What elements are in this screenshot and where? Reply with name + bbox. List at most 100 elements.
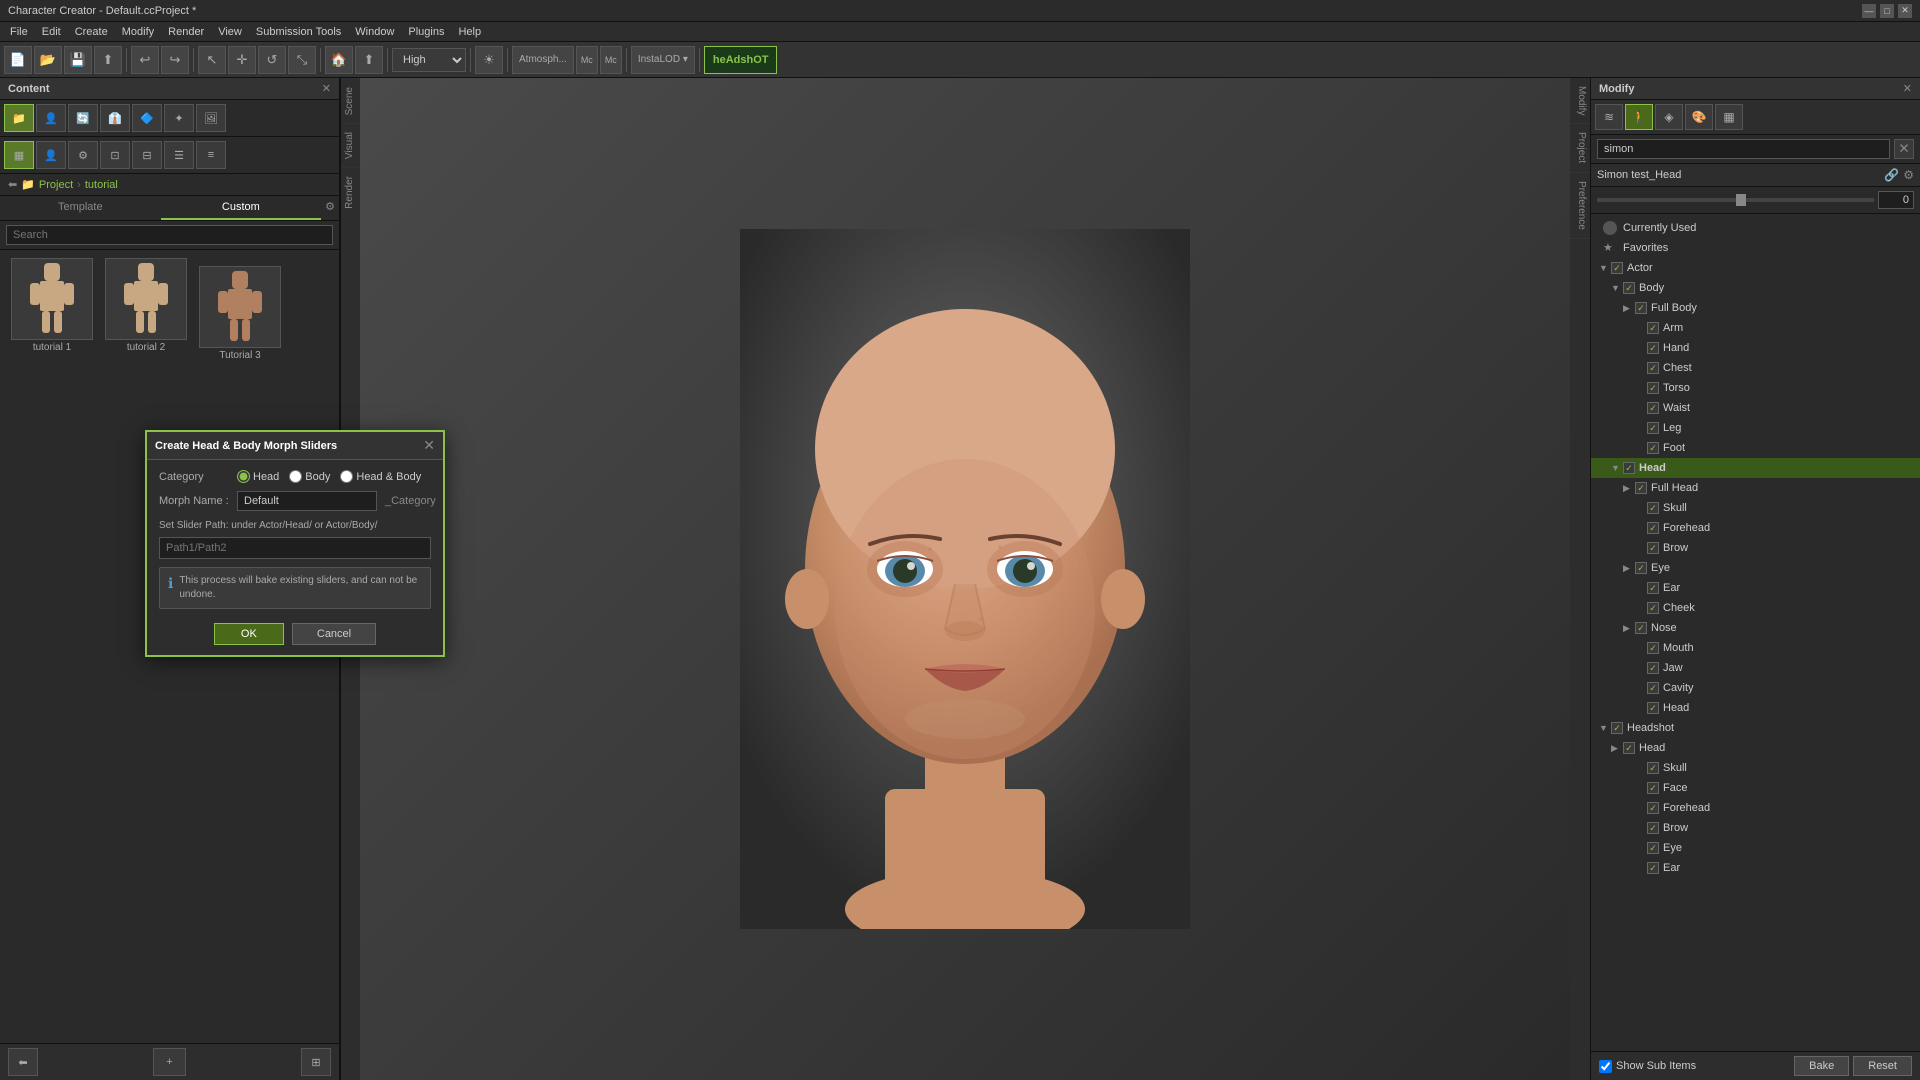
camera-button[interactable]: 🏠 bbox=[325, 46, 353, 74]
view-list2-btn[interactable]: ⊟ bbox=[132, 141, 162, 169]
bake-button[interactable]: Bake bbox=[1794, 1056, 1849, 1076]
side-tab-render[interactable]: Render bbox=[341, 167, 360, 217]
radio-head-label[interactable]: Head bbox=[237, 470, 279, 483]
menu-modify[interactable]: Modify bbox=[116, 24, 160, 40]
leg-checkbox[interactable]: ✓ bbox=[1647, 422, 1659, 434]
scale-button[interactable]: ⤡ bbox=[288, 46, 316, 74]
headshot-head-arrow[interactable]: ▶ bbox=[1611, 743, 1623, 754]
dialog-cancel-button[interactable]: Cancel bbox=[292, 623, 376, 645]
radio-head-body-label[interactable]: Head & Body bbox=[340, 470, 421, 483]
head-arrow[interactable]: ▼ bbox=[1611, 463, 1623, 473]
actor-checkbox[interactable]: ✓ bbox=[1611, 262, 1623, 274]
morph-name-input[interactable] bbox=[237, 491, 377, 511]
cheek-checkbox[interactable]: ✓ bbox=[1647, 602, 1659, 614]
tab-template[interactable]: Template bbox=[0, 196, 161, 220]
tree-item-headshot-head[interactable]: ▶ ✓ Head bbox=[1591, 738, 1920, 758]
tree-item-chest[interactable]: ✓ Chest bbox=[1591, 358, 1920, 378]
eye-checkbox[interactable]: ✓ bbox=[1635, 562, 1647, 574]
tree-item-head[interactable]: ▼ ✓ Head bbox=[1591, 458, 1920, 478]
ear-checkbox[interactable]: ✓ bbox=[1647, 582, 1659, 594]
tree-item-foot[interactable]: ✓ Foot bbox=[1591, 438, 1920, 458]
tree-item-mouth[interactable]: ✓ Mouth bbox=[1591, 638, 1920, 658]
redo-button[interactable]: ↪ bbox=[161, 46, 189, 74]
save-button[interactable]: 💾 bbox=[64, 46, 92, 74]
tree-item-arm[interactable]: ✓ Arm bbox=[1591, 318, 1920, 338]
view-list1-btn[interactable]: ⊡ bbox=[100, 141, 130, 169]
breadcrumb-nav[interactable]: ⬅ bbox=[8, 178, 17, 191]
tab-custom[interactable]: Custom bbox=[161, 196, 322, 220]
radio-head-body[interactable] bbox=[340, 470, 353, 483]
chest-checkbox[interactable]: ✓ bbox=[1647, 362, 1659, 374]
content-btn-morph[interactable]: 🔄 bbox=[68, 104, 98, 132]
tree-item-full-body[interactable]: ▶ ✓ Full Body bbox=[1591, 298, 1920, 318]
arm-checkbox[interactable]: ✓ bbox=[1647, 322, 1659, 334]
tree-item-headshot[interactable]: ▼ ✓ Headshot bbox=[1591, 718, 1920, 738]
tree-item-skull[interactable]: ✓ Skull bbox=[1591, 498, 1920, 518]
show-sub-items-checkbox[interactable] bbox=[1599, 1060, 1612, 1073]
radio-head[interactable] bbox=[237, 470, 250, 483]
menu-window[interactable]: Window bbox=[349, 24, 400, 40]
menu-edit[interactable]: Edit bbox=[36, 24, 67, 40]
right-tab-modify[interactable]: Modify bbox=[1570, 78, 1590, 124]
import-button[interactable]: ⬆ bbox=[94, 46, 122, 74]
property-value-input[interactable] bbox=[1878, 191, 1914, 209]
headshot-skull-checkbox[interactable]: ✓ bbox=[1647, 762, 1659, 774]
tree-item-headshot-forehead[interactable]: ✓ Forehead bbox=[1591, 798, 1920, 818]
content-btn-people[interactable]: 👤 bbox=[36, 104, 66, 132]
forehead-checkbox[interactable]: ✓ bbox=[1647, 522, 1659, 534]
headshot-eye-checkbox[interactable]: ✓ bbox=[1647, 842, 1659, 854]
material-tab[interactable]: ◈ bbox=[1655, 104, 1683, 130]
radio-body-label[interactable]: Body bbox=[289, 470, 330, 483]
jaw-checkbox[interactable]: ✓ bbox=[1647, 662, 1659, 674]
cavity-checkbox[interactable]: ✓ bbox=[1647, 682, 1659, 694]
shader-tab[interactable]: 🎨 bbox=[1685, 104, 1713, 130]
breadcrumb-project[interactable]: Project bbox=[39, 179, 73, 191]
view-avatar-btn[interactable]: 👤 bbox=[36, 141, 66, 169]
nose-arrow[interactable]: ▶ bbox=[1623, 623, 1635, 634]
headshot-ear-checkbox[interactable]: ✓ bbox=[1647, 862, 1659, 874]
move-button[interactable]: ✛ bbox=[228, 46, 256, 74]
menu-create[interactable]: Create bbox=[69, 24, 114, 40]
light-button[interactable]: ☀ bbox=[475, 46, 503, 74]
tree-item-full-head[interactable]: ▶ ✓ Full Head bbox=[1591, 478, 1920, 498]
torso-checkbox[interactable]: ✓ bbox=[1647, 382, 1659, 394]
breadcrumb-tutorial[interactable]: tutorial bbox=[85, 179, 118, 191]
tree-item-hand[interactable]: ✓ Hand bbox=[1591, 338, 1920, 358]
content-btn-img[interactable]: 🖼 bbox=[196, 104, 226, 132]
property-slider-handle[interactable] bbox=[1736, 194, 1746, 206]
actor-arrow[interactable]: ▼ bbox=[1599, 263, 1611, 273]
content-panel-close[interactable]: ✕ bbox=[322, 82, 331, 95]
tab-settings-btn[interactable]: ⚙ bbox=[321, 196, 339, 220]
skull-checkbox[interactable]: ✓ bbox=[1647, 502, 1659, 514]
waist-checkbox[interactable]: ✓ bbox=[1647, 402, 1659, 414]
search-input[interactable] bbox=[6, 225, 333, 245]
mc-button[interactable]: Mc bbox=[576, 46, 598, 74]
headshot-face-checkbox[interactable]: ✓ bbox=[1647, 782, 1659, 794]
tree-item-headshot-eye[interactable]: ✓ Eye bbox=[1591, 838, 1920, 858]
footer-add-btn[interactable]: + bbox=[153, 1048, 185, 1076]
side-tab-visual[interactable]: Visual bbox=[341, 123, 360, 167]
nose-checkbox[interactable]: ✓ bbox=[1635, 622, 1647, 634]
head-checkbox[interactable]: ✓ bbox=[1623, 462, 1635, 474]
eye-arrow[interactable]: ▶ bbox=[1623, 563, 1635, 574]
full-head-checkbox[interactable]: ✓ bbox=[1635, 482, 1647, 494]
footer-nav-btn[interactable]: ⬅ bbox=[8, 1048, 38, 1076]
tree-item-waist[interactable]: ✓ Waist bbox=[1591, 398, 1920, 418]
select-button[interactable]: ↖ bbox=[198, 46, 226, 74]
headshot-checkbox[interactable]: ✓ bbox=[1611, 722, 1623, 734]
headshot-forehead-checkbox[interactable]: ✓ bbox=[1647, 802, 1659, 814]
tree-item-head2[interactable]: ✓ Head bbox=[1591, 698, 1920, 718]
tree-item-headshot-ear[interactable]: ✓ Ear bbox=[1591, 858, 1920, 878]
property-link-btn[interactable]: 🔗 bbox=[1884, 168, 1899, 182]
tree-item-body[interactable]: ▼ ✓ Body bbox=[1591, 278, 1920, 298]
close-button[interactable]: ✕ bbox=[1898, 4, 1912, 18]
right-tab-preference[interactable]: Preference bbox=[1570, 173, 1590, 239]
view-list4-btn[interactable]: ≡ bbox=[196, 141, 226, 169]
new-file-button[interactable]: 📄 bbox=[4, 46, 32, 74]
tree-item-nose[interactable]: ▶ ✓ Nose bbox=[1591, 618, 1920, 638]
rotate-button[interactable]: ↺ bbox=[258, 46, 286, 74]
undo-button[interactable]: ↩ bbox=[131, 46, 159, 74]
instalod-button[interactable]: InstaLOD ▾ bbox=[631, 46, 695, 74]
menu-view[interactable]: View bbox=[212, 24, 248, 40]
quality-dropdown[interactable]: High Medium Low bbox=[392, 48, 466, 72]
